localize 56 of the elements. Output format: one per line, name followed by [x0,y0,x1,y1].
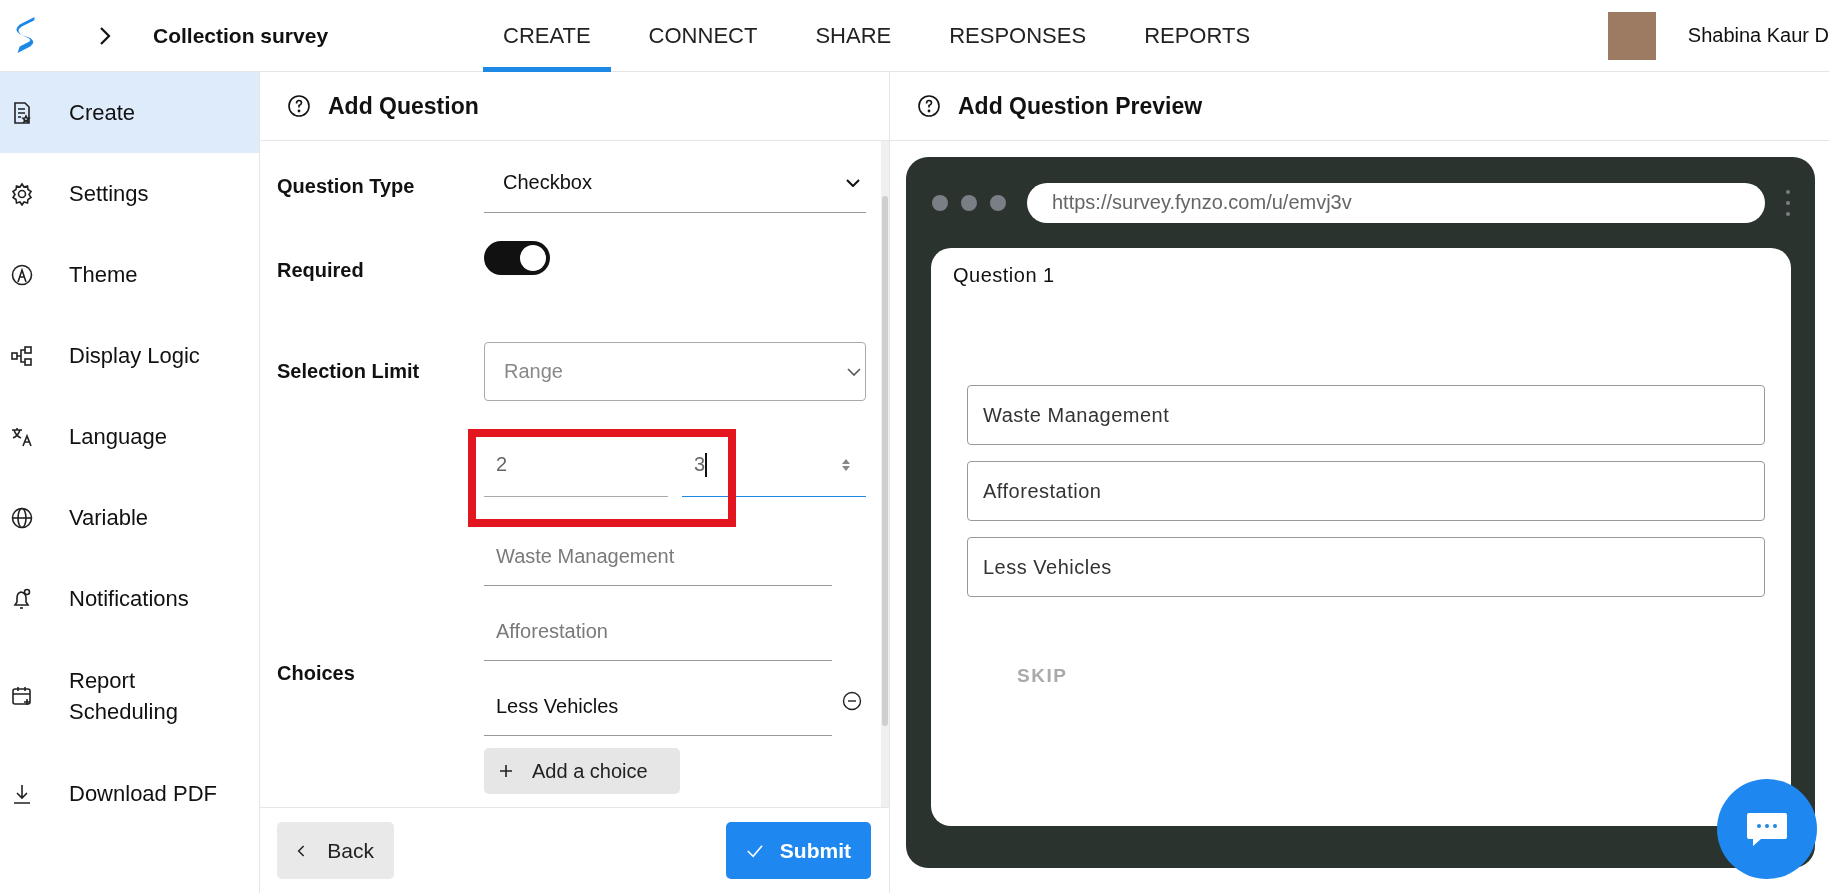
remove-icon[interactable] [842,690,862,711]
field-label: Question Type [277,174,416,198]
more-icon[interactable] [1785,188,1791,217]
chevron-right-icon[interactable] [99,25,111,46]
sidebar-item[interactable]: Theme [0,234,259,315]
nav-tab[interactable]: RESPONSES [929,0,1107,72]
settings-icon [10,181,34,206]
chevron-down-icon [847,367,861,376]
choice-input[interactable]: Waste Management [484,527,832,586]
panel-title: Add Question [328,92,479,120]
scrollbar[interactable] [881,141,889,807]
max-input[interactable]: 3 [682,433,866,497]
choice-input[interactable]: Afforestation [484,602,832,661]
help-icon [917,94,941,118]
nav-tab[interactable]: REPORTS [1124,0,1271,72]
sidebar-item[interactable]: Notifications [0,558,259,639]
choice-input[interactable]: Less Vehicles [484,677,832,736]
nav-tab[interactable]: CREATE [483,0,611,72]
sidebar-item[interactable]: Variable [0,477,259,558]
chevron-down-icon [846,178,860,187]
survey-title: Collection survey [153,23,330,48]
nav-tab[interactable]: CONNECT [628,0,778,72]
sidebar-item[interactable]: Language [0,396,259,477]
theme-icon [10,262,34,287]
nav-tab[interactable]: SHARE [795,0,912,72]
flow-icon [10,343,34,368]
plus-icon [500,765,512,777]
option-box[interactable]: Waste Management [967,385,1765,445]
min-input[interactable]: 2 [484,433,668,497]
avatar-photo-placeholder[interactable] [1607,11,1656,60]
field-label: Selection Limit [277,360,421,383]
window-dots-icon [931,193,1007,212]
sidebar-item[interactable]: Settings [0,153,259,234]
sidebar-item[interactable]: Display Logic [0,315,259,396]
calendar-icon [10,684,34,708]
question-type-select[interactable]: Checkbox [484,153,866,213]
option-box[interactable]: Less Vehicles [967,537,1765,597]
chat-icon [1745,811,1789,847]
globe-icon [10,505,34,530]
back-button[interactable]: Back [277,822,394,879]
question-text: Question 1 [953,264,1055,287]
sidebar-item[interactable]: Download PDF [0,753,259,834]
add-choice-button[interactable]: Add a choice [484,748,680,794]
selection-limit-select[interactable]: Range [484,342,866,401]
sidebar-item[interactable]: Report Scheduling [0,639,259,753]
panel-title: Add Question Preview [958,92,1203,120]
field-label: Required [277,258,365,282]
submit-button[interactable]: Submit [726,822,871,879]
url-bar: https://survey.fynzo.com/u/emvj3v [1027,182,1765,223]
sidebar-item[interactable]: Create [0,72,259,153]
help-icon [287,94,311,118]
user-name[interactable]: Shabina Kaur D [1687,24,1829,47]
option-box[interactable]: Afforestation [967,461,1765,521]
check-icon [746,842,764,859]
field-label: Choices [277,662,356,685]
required-toggle[interactable] [484,240,550,275]
